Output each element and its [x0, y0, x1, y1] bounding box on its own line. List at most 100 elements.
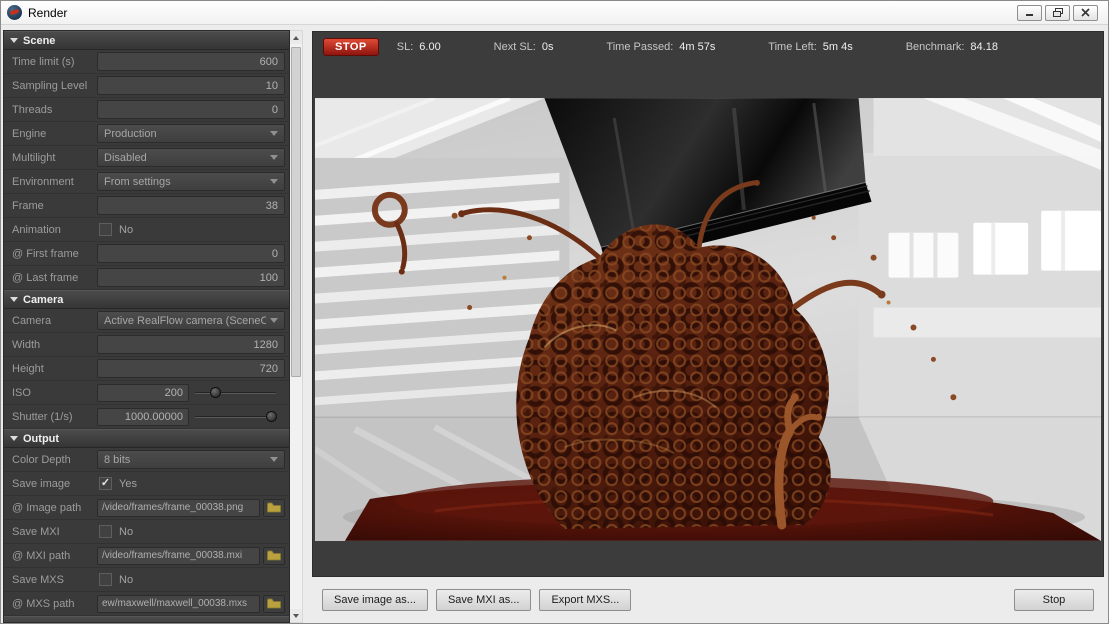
- image-path-input[interactable]: /video/frames/frame_00038.png: [97, 498, 260, 517]
- save-mxs-checkbox[interactable]: [99, 573, 112, 586]
- row-frame: Frame 38: [4, 194, 289, 218]
- main-area: STOP SL: 6.00 Next SL: 0s Time Passed: 4m 5…: [304, 25, 1108, 623]
- titlebar: Render: [1, 1, 1108, 25]
- engine-dropdown[interactable]: Production: [97, 124, 285, 143]
- param-label: Camera: [12, 314, 52, 327]
- mxi-path-browse-button[interactable]: [263, 546, 285, 565]
- export-mxs-button[interactable]: Export MXS...: [539, 589, 632, 611]
- window-title: Render: [28, 5, 68, 20]
- slider-track: [195, 391, 276, 394]
- mxi-path-input[interactable]: /video/frames/frame_00038.mxi: [97, 546, 260, 565]
- iso-value-field[interactable]: 200: [97, 383, 189, 402]
- render-window: Render Scene Time limit (s) 600 Sampling…: [0, 0, 1109, 624]
- animation-checkbox[interactable]: [99, 223, 112, 236]
- param-label: @ Last frame: [12, 271, 79, 284]
- save-mxi-as-button[interactable]: Save MXI as...: [435, 589, 532, 611]
- param-label: Environment: [12, 175, 74, 188]
- shutter-value-field[interactable]: 1000.00000: [97, 407, 189, 426]
- param-label: ISO: [12, 386, 31, 399]
- checkbox-label: No: [119, 573, 134, 586]
- section-header-partial[interactable]: [4, 616, 289, 622]
- frame-field[interactable]: 38: [97, 196, 285, 215]
- row-width: Width 1280: [4, 333, 289, 357]
- param-label: @ Image path: [12, 501, 82, 514]
- close-button[interactable]: [1073, 4, 1098, 21]
- render-panel: STOP SL: 6.00 Next SL: 0s Time Passed: 4m 5…: [312, 31, 1104, 577]
- time-passed-status: Time Passed: 4m 57s: [606, 41, 716, 53]
- parameters-panel: Scene Time limit (s) 600 Sampling Level …: [3, 30, 290, 623]
- save-image-as-button[interactable]: Save image as...: [322, 589, 428, 611]
- row-mxs-path: @ MXS path ew/maxwell/maxwell_00038.mxs: [4, 592, 289, 616]
- width-field[interactable]: 1280: [97, 335, 285, 354]
- arrow-down-icon: [293, 613, 299, 618]
- maximize-button[interactable]: [1045, 4, 1070, 21]
- close-icon: [1081, 8, 1090, 17]
- section-header-camera[interactable]: Camera: [4, 290, 289, 309]
- section-title: Output: [23, 432, 60, 445]
- param-label: Animation: [12, 223, 61, 236]
- footer-toolbar: Save image as... Save MXI as... Export M…: [312, 577, 1104, 623]
- sampling-level-field[interactable]: 10: [97, 76, 285, 95]
- scroll-down-button[interactable]: [290, 609, 302, 622]
- save-image-check-field: ✓ Yes: [97, 474, 285, 493]
- param-label: Color Depth: [12, 453, 71, 466]
- scrollbar-thumb[interactable]: [291, 47, 301, 377]
- checkbox-label: Yes: [119, 477, 137, 490]
- camera-dropdown[interactable]: Active RealFlow camera (SceneCame: [97, 311, 285, 330]
- shutter-slider[interactable]: [195, 408, 277, 426]
- realflow-logo-icon: [7, 5, 22, 20]
- slider-track: [195, 415, 276, 418]
- row-image-path: @ Image path /video/frames/frame_00038.p…: [4, 496, 289, 520]
- param-label: Time limit (s): [12, 55, 75, 68]
- chevron-down-icon: [10, 297, 18, 302]
- save-mxi-checkbox[interactable]: [99, 525, 112, 538]
- scroll-up-button[interactable]: [290, 31, 302, 44]
- save-image-checkbox[interactable]: ✓: [99, 477, 112, 490]
- slider-knob[interactable]: [210, 386, 222, 398]
- row-engine: Engine Production: [4, 122, 289, 146]
- stop-button[interactable]: Stop: [1014, 589, 1094, 611]
- render-statusbar: STOP SL: 6.00 Next SL: 0s Time Passed: 4m 5…: [313, 32, 1103, 62]
- iso-slider[interactable]: [195, 384, 276, 402]
- chevron-down-icon: [270, 131, 278, 136]
- slider-knob[interactable]: [265, 410, 277, 422]
- param-label: Threads: [12, 103, 53, 116]
- threads-field[interactable]: 0: [97, 100, 285, 119]
- row-mxi-path: @ MXI path /video/frames/frame_00038.mxi: [4, 544, 289, 568]
- height-field[interactable]: 720: [97, 359, 285, 378]
- mxs-path-input[interactable]: ew/maxwell/maxwell_00038.mxs: [97, 594, 260, 613]
- statusbar-items: SL: 6.00 Next SL: 0s Time Passed: 4m 57s Ti…: [397, 41, 1093, 53]
- row-time-limit: Time limit (s) 600: [4, 50, 289, 74]
- section-header-scene[interactable]: Scene: [4, 31, 289, 50]
- save-mxi-check-field: No: [97, 522, 285, 541]
- dropdown-value: 8 bits: [104, 453, 131, 466]
- checkbox-label: No: [119, 525, 134, 538]
- chevron-down-icon: [270, 457, 278, 462]
- mxs-path-browse-button[interactable]: [263, 594, 285, 613]
- window-controls: [1017, 4, 1102, 21]
- multilight-dropdown[interactable]: Disabled: [97, 148, 285, 167]
- param-label: @ First frame: [12, 247, 79, 260]
- color-depth-dropdown[interactable]: 8 bits: [97, 450, 285, 469]
- sidebar-scrollbar[interactable]: [290, 30, 303, 623]
- last-frame-field[interactable]: 100: [97, 268, 285, 287]
- first-frame-field[interactable]: 0: [97, 244, 285, 263]
- section-title: Camera: [23, 293, 64, 306]
- image-path-browse-button[interactable]: [263, 498, 285, 517]
- minimize-button[interactable]: [1017, 4, 1042, 21]
- arrow-up-icon: [293, 35, 299, 40]
- environment-dropdown[interactable]: From settings: [97, 172, 285, 191]
- time-limit-field[interactable]: 600: [97, 52, 285, 71]
- dropdown-value: Production: [104, 127, 157, 140]
- section-title: Scene: [23, 34, 56, 47]
- image-path-field: /video/frames/frame_00038.png: [97, 498, 285, 517]
- chevron-down-icon: [270, 318, 278, 323]
- section-header-output[interactable]: Output: [4, 429, 289, 448]
- sidebar-column: Scene Time limit (s) 600 Sampling Level …: [1, 25, 304, 623]
- shutter-field: 1000.00000: [97, 407, 285, 426]
- dropdown-value: Active RealFlow camera (SceneCame: [104, 314, 266, 327]
- next-sl-status: Next SL: 0s: [493, 41, 554, 53]
- param-label: Height: [12, 362, 44, 375]
- render-preview: [315, 97, 1101, 541]
- stop-render-button[interactable]: STOP: [323, 38, 379, 56]
